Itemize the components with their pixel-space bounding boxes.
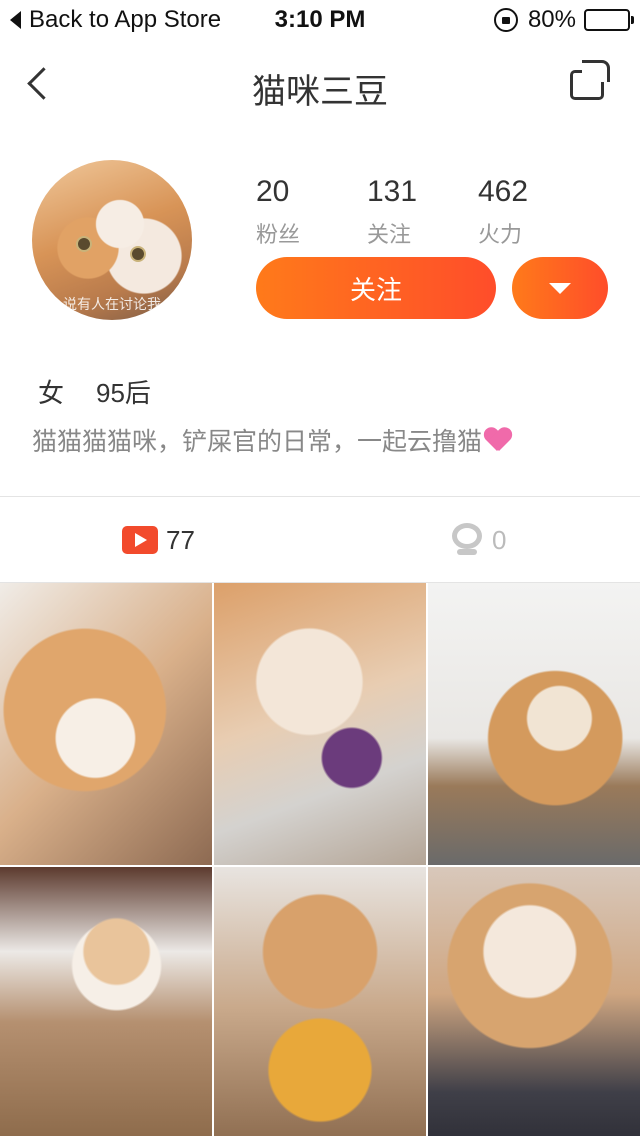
stat-following-label: 关注 [367,222,412,247]
stat-fire-value: 462 [478,175,529,208]
section-divider [0,496,640,497]
cat-beside-bag-photo[interactable] [428,583,640,865]
cat-eating-sweet-potato-photo[interactable] [214,583,426,865]
status-bar: Back to App Store 3:10 PM 80% [0,0,640,40]
stat-fire-label: 火力 [478,222,523,247]
cat-sleeping-on-lap-photo[interactable] [428,867,640,1136]
play-icon [122,526,158,554]
page-title: 猫咪三豆 [252,73,388,111]
age-tag: 95后 [96,378,151,408]
stat-fans-value: 20 [256,175,290,208]
profile-bio: 猫猫猫猫咪，铲屎官的日常，一起云撸猫 [32,422,512,458]
status-indicators: 80% [493,6,634,34]
heart-icon [484,427,512,453]
share-arrow [582,60,610,82]
avatar-eye-left [76,236,92,252]
battery-icon [584,9,634,31]
stat-fans[interactable]: 20 粉丝 [256,175,367,249]
stat-following-value: 131 [367,175,418,208]
cat-with-toy-photo[interactable] [214,867,426,1136]
live-count: 0 [492,524,507,555]
stat-following[interactable]: 131 关注 [367,175,478,249]
video-grid [0,583,640,1136]
tab-live[interactable]: 0 [452,520,506,560]
nav-bar: 猫咪三豆 [0,40,640,128]
avatar-eye-right [130,246,146,262]
profile-tags: 女 95后 [38,373,151,410]
rotation-lock-icon [493,8,518,32]
more-options-button[interactable] [512,257,608,319]
stat-fire[interactable]: 462 火力 [478,175,589,249]
webcam-icon [452,523,482,557]
avatar-caption: 说有人在讨论我 [63,296,161,312]
battery-percent: 80% [527,6,576,33]
tab-videos[interactable]: 77 [122,520,195,560]
stat-fans-label: 粉丝 [256,222,301,247]
avatar[interactable]: 说有人在讨论我 [32,160,192,320]
cat-in-room-photo[interactable] [0,867,212,1136]
triangle-down-icon [549,282,571,294]
follow-button[interactable]: 关注 [256,257,496,319]
gender-tag: 女 [38,378,65,408]
videos-count: 77 [166,524,195,555]
cat-lying-photo[interactable] [0,583,212,865]
profile-stats: 20 粉丝 131 关注 462 火力 [256,175,589,249]
bio-text: 猫猫猫猫咪，铲屎官的日常，一起云撸猫 [32,428,483,456]
